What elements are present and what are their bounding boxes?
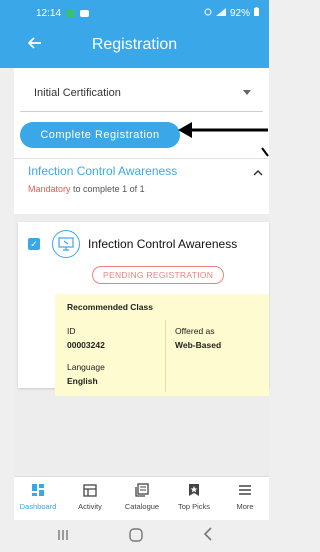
nav-activity[interactable]: Activity [66, 481, 114, 511]
course-card-title: Infection Control Awareness [88, 237, 238, 251]
id-label: ID [67, 326, 76, 336]
app-bar: Registration [0, 26, 269, 68]
page-title: Registration [91, 36, 178, 53]
caret-down-icon [243, 90, 251, 95]
status-bar: 12:14 92% [0, 0, 269, 26]
menu-icon [236, 481, 254, 499]
nav-top-picks[interactable]: Top Picks [170, 481, 218, 511]
course-section-title: Infection Control Awareness [28, 164, 178, 178]
course-card[interactable]: ✓ Infection Control Awareness PENDING RE… [18, 222, 269, 396]
complete-registration-button[interactable]: Complete Registration [20, 122, 180, 148]
system-back-icon[interactable] [203, 526, 213, 546]
system-navigation-bar [0, 520, 269, 552]
language-value: English [67, 376, 98, 386]
pointer-arrow-icon [178, 122, 269, 157]
nav-label-activity: Activity [78, 502, 102, 511]
certification-dropdown[interactable]: Initial Certification [20, 74, 263, 112]
battery-percentage: 92% [229, 7, 250, 19]
dashboard-icon [29, 481, 47, 499]
mandatory-info: Mandatory to complete 1 of 1 [28, 184, 269, 194]
home-icon[interactable] [128, 527, 143, 545]
battery-icon [254, 7, 259, 19]
signal-icon [215, 7, 226, 19]
recent-apps-icon[interactable] [57, 528, 69, 544]
recommended-class-label: Recommended Class [67, 302, 153, 312]
id-value: 00003242 [67, 340, 105, 350]
nav-label-catalogue: Catalogue [124, 502, 160, 511]
mandatory-label: Mandatory [28, 184, 71, 194]
course-checkbox[interactable]: ✓ [28, 238, 40, 250]
nav-more[interactable]: More [221, 481, 269, 511]
chevron-up-icon[interactable] [253, 164, 263, 180]
status-time: 12:14 [36, 7, 62, 19]
nav-label-more: More [236, 502, 254, 511]
divider [14, 158, 269, 159]
recommended-class-box: Recommended Class ID 00003242 Offered as… [55, 294, 269, 396]
info-divider [165, 320, 166, 392]
mandatory-count: to complete 1 of 1 [73, 184, 145, 194]
star-icon [185, 481, 203, 499]
course-section-header[interactable]: Infection Control Awareness Mandatory to… [28, 164, 269, 194]
image-notification-icon [80, 9, 90, 17]
nav-catalogue[interactable]: Catalogue [118, 481, 166, 511]
nav-label-top-picks: Top Picks [177, 502, 211, 511]
nav-dashboard[interactable]: Dashboard [14, 481, 62, 511]
catalogue-icon [133, 481, 151, 499]
nav-label-dashboard: Dashboard [19, 502, 57, 511]
status-right: 92% [204, 7, 259, 19]
bottom-navigation: Dashboard Activity Catalogue Top Picks M… [14, 476, 269, 520]
offered-value: Web-Based [175, 340, 222, 350]
course-type-icon [52, 230, 80, 258]
calendar-icon [81, 481, 99, 499]
alarm-icon [204, 8, 212, 19]
card-list-area: ✓ Infection Control Awareness PENDING RE… [14, 214, 269, 476]
status-left: 12:14 [36, 7, 90, 19]
offered-label: Offered as [175, 326, 215, 336]
status-badge: PENDING REGISTRATION [92, 266, 225, 284]
dropdown-selected-value: Initial Certification [34, 86, 121, 99]
notification-icon [66, 9, 76, 17]
language-label: Language [67, 362, 105, 372]
